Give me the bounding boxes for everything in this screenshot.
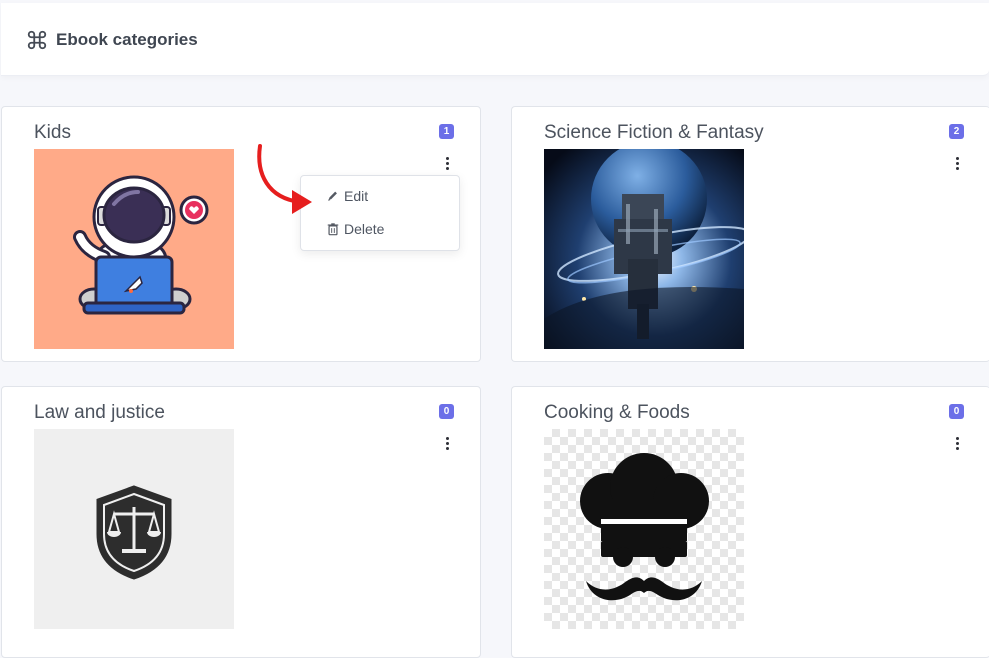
delete-menu-item[interactable]: Delete bbox=[301, 214, 459, 244]
category-image bbox=[544, 149, 744, 349]
category-image bbox=[34, 149, 234, 349]
count-badge: 2 bbox=[949, 124, 964, 139]
more-options-icon[interactable] bbox=[440, 156, 454, 170]
card-actions-menu: Edit Delete bbox=[300, 175, 460, 251]
category-card-science-fiction: Science Fiction & Fantasy 2 bbox=[511, 106, 989, 362]
chef-icon bbox=[580, 453, 709, 601]
category-card-law: Law and justice 0 bbox=[1, 386, 481, 658]
more-options-icon[interactable] bbox=[440, 436, 454, 450]
edit-label: Edit bbox=[344, 188, 369, 204]
pencil-icon bbox=[328, 191, 337, 201]
category-card-cooking: Cooking & Foods 0 bbox=[511, 386, 989, 658]
space-station-image bbox=[544, 149, 744, 349]
category-name: Cooking & Foods bbox=[544, 402, 690, 423]
count-badge: 1 bbox=[439, 124, 454, 139]
astronaut-illustration bbox=[73, 175, 209, 315]
command-icon bbox=[27, 30, 47, 50]
page-header: Ebook categories bbox=[1, 3, 989, 76]
category-name: Science Fiction & Fantasy bbox=[544, 122, 764, 143]
category-image bbox=[34, 429, 234, 629]
edit-menu-item[interactable]: Edit bbox=[301, 181, 459, 211]
more-options-icon[interactable] bbox=[950, 436, 964, 450]
count-badge: 0 bbox=[439, 404, 454, 419]
scales-shield-icon bbox=[96, 485, 172, 580]
category-name: Law and justice bbox=[34, 402, 165, 423]
category-name: Kids bbox=[34, 122, 71, 143]
trash-icon bbox=[327, 223, 339, 236]
delete-label: Delete bbox=[344, 221, 385, 237]
page-title: Ebook categories bbox=[56, 30, 198, 49]
category-image bbox=[544, 429, 744, 629]
more-options-icon[interactable] bbox=[950, 156, 964, 170]
count-badge: 0 bbox=[949, 404, 964, 419]
